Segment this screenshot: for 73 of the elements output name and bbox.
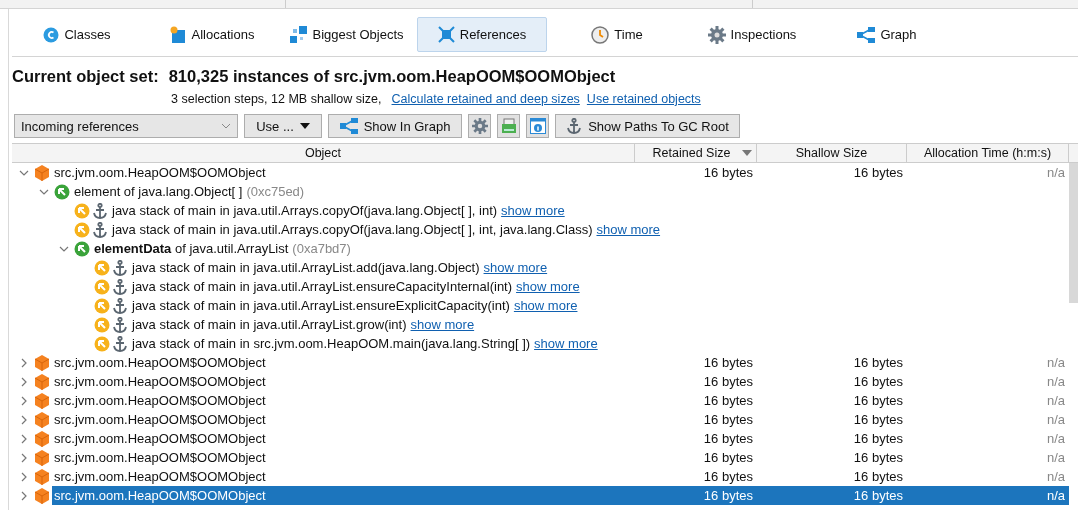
retained-size: 16 bytes <box>703 469 753 484</box>
row-text[interactable]: src.jvm.oom.HeapOOM$OOMObject <box>54 431 266 446</box>
column-header[interactable]: Retained Size <box>635 144 757 162</box>
allocation-time: n/a <box>1046 374 1065 389</box>
shallow-size: 16 bytes <box>853 165 903 180</box>
allocation-time: n/a <box>1046 412 1065 427</box>
show-more-link[interactable]: show more <box>410 317 475 332</box>
row-text[interactable]: java stack of main in java.util.Arrays.copyOf(java.lang.Object[ ], int) <box>112 203 498 218</box>
tab[interactable]: Classes <box>12 17 142 52</box>
view-dropdown[interactable]: Incoming references <box>14 114 238 138</box>
link[interactable]: Calculate retained and deep sizes <box>391 92 580 106</box>
row-text[interactable]: src.jvm.oom.HeapOOM$OOMObject <box>54 412 266 427</box>
column-header[interactable]: Allocation Time (h:m:s) <box>907 144 1069 162</box>
row-text[interactable]: src.jvm.oom.HeapOOM$OOMObject <box>54 450 266 465</box>
row-text[interactable]: java stack of main in java.util.ArrayList.ensureCapacityInternal(int) <box>132 279 513 294</box>
retained-size: 16 bytes <box>703 393 753 408</box>
row-text[interactable]: java stack of main in java.util.ArrayList.grow(int) <box>132 317 407 332</box>
row-text[interactable]: src.jvm.oom.HeapOOM$OOMObject <box>54 374 266 389</box>
retained-size: 16 bytes <box>703 355 753 370</box>
allocation-time: n/a <box>1046 488 1065 503</box>
object-address: (0xa7bd7) <box>292 241 351 256</box>
row-text[interactable]: src.jvm.oom.HeapOOM$OOMObject <box>54 165 266 180</box>
column-header[interactable]: Object <box>12 144 635 162</box>
allocation-time: n/a <box>1046 469 1065 484</box>
use-menu-button[interactable]: Use ... <box>244 114 322 138</box>
row-text[interactable]: element of java.lang.Object[ ] <box>74 184 243 199</box>
allocation-time: n/a <box>1046 450 1065 465</box>
tab[interactable]: Allocations <box>147 17 277 52</box>
show-more-link[interactable]: show more <box>483 260 548 275</box>
allocation-time: n/a <box>1046 393 1065 408</box>
object-address: (0xc75ed) <box>246 184 305 199</box>
object-set-value: 810,325 instances of src.jvm.oom.HeapOOM$OOMObject <box>168 67 616 86</box>
tab[interactable]: Biggest Objects <box>282 17 412 52</box>
allocation-time: n/a <box>1046 355 1065 370</box>
row-text[interactable]: java stack of main in java.util.ArrayList.ensureExplicitCapacity(int) <box>132 298 510 313</box>
show-more-link[interactable]: show more <box>516 279 580 294</box>
retained-size: 16 bytes <box>703 450 753 465</box>
retained-size: 16 bytes <box>703 374 753 389</box>
shallow-size: 16 bytes <box>853 412 903 427</box>
row-text[interactable]: java stack of main in java.util.ArrayList.add(java.lang.Object) <box>132 260 480 275</box>
show-more-link[interactable]: show more <box>596 222 661 237</box>
row-text[interactable]: src.jvm.oom.HeapOOM$OOMObject <box>54 355 266 370</box>
retained-size: 16 bytes <box>703 488 753 503</box>
row-text[interactable]: java stack of main in java.util.Arrays.copyOf(java.lang.Object[ ], int, java.lang.Class) <box>112 222 593 237</box>
row-text[interactable]: src.jvm.oom.HeapOOM$OOMObject <box>54 469 266 484</box>
shallow-size: 16 bytes <box>853 393 903 408</box>
tab[interactable]: Graph <box>822 17 952 52</box>
show-more-link[interactable]: show more <box>501 203 565 218</box>
column-header[interactable]: Shallow Size <box>757 144 907 162</box>
shallow-size: 16 bytes <box>853 355 903 370</box>
allocation-time: n/a <box>1046 165 1065 180</box>
shallow-size: 16 bytes <box>853 450 903 465</box>
object-set-label: Current object set: <box>12 67 159 86</box>
shallow-size: 16 bytes <box>853 374 903 389</box>
tab[interactable]: References <box>417 17 547 52</box>
tab[interactable]: Inspections <box>687 17 817 52</box>
show-more-link[interactable]: show more <box>513 298 578 313</box>
tab[interactable]: Time <box>552 17 682 52</box>
show-more-link[interactable]: show more <box>534 336 598 351</box>
shallow-size: 16 bytes <box>853 431 903 446</box>
retained-size: 16 bytes <box>703 165 753 180</box>
show-in-graph-button[interactable]: Show In Graph <box>328 114 462 138</box>
shallow-size: 16 bytes <box>853 488 903 503</box>
shallow-size: 16 bytes <box>853 469 903 484</box>
show-paths-button[interactable]: Show Paths To GC Root <box>555 114 740 138</box>
retained-size: 16 bytes <box>703 412 753 427</box>
allocation-time: n/a <box>1046 431 1065 446</box>
summary-text: 3 selection steps, 12 MB shallow size, <box>171 92 382 106</box>
retained-size: 16 bytes <box>703 431 753 446</box>
row-text[interactable]: java stack of main in src.jvm.oom.HeapOOM.main(java.lang.String[ ]) <box>132 336 531 351</box>
row-text[interactable]: elementData of java.util.ArrayList <box>94 241 289 256</box>
row-text[interactable]: src.jvm.oom.HeapOOM$OOMObject <box>54 393 266 408</box>
link[interactable]: Use retained objects <box>586 92 701 106</box>
